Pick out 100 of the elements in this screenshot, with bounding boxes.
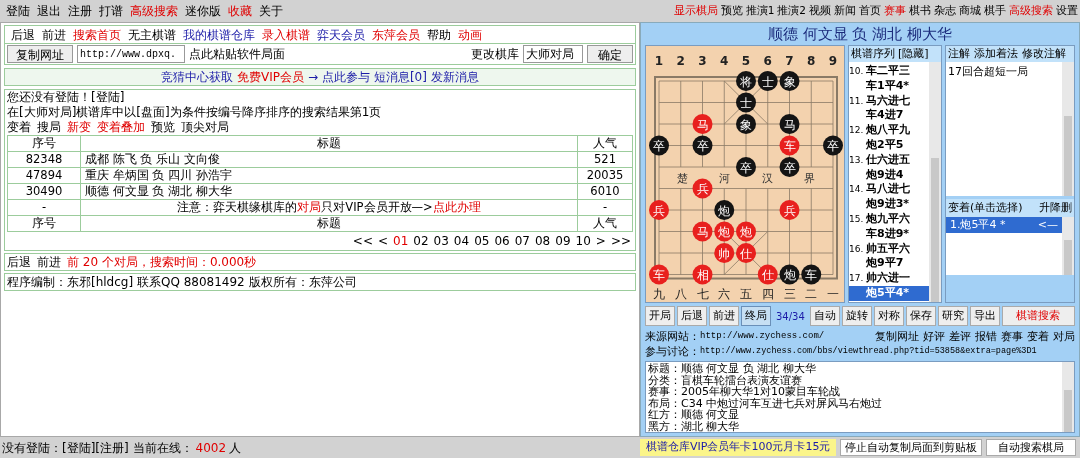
chess-piece[interactable]: 卒 — [823, 135, 843, 156]
nav-link[interactable]: 录入棋谱 — [262, 25, 310, 44]
source-action[interactable]: 好评 — [923, 329, 945, 344]
menu-item[interactable]: 推演1 — [745, 3, 775, 19]
menu-item[interactable]: 预览 — [720, 3, 743, 19]
scrollbar[interactable] — [929, 62, 941, 302]
control-button[interactable]: 终局 — [741, 306, 771, 326]
clipboard-button[interactable]: 停止自动复制局面到剪贴板 — [840, 439, 983, 456]
discuss-url[interactable]: http://www.zychess.com/bbs/viewthread.php?tid=53858&extra=page%3D1 — [700, 344, 1037, 359]
vip-promo[interactable]: 棋谱仓库VIP会员年卡100元月卡15元 — [640, 439, 837, 456]
chess-piece[interactable]: 卒 — [692, 135, 713, 156]
move-item[interactable]: 13. 仕六进五 — [849, 152, 929, 168]
move-item[interactable]: 11. 马六进七 — [849, 93, 929, 109]
page-link[interactable]: 01 — [393, 233, 409, 249]
chess-piece[interactable]: 仕 — [736, 243, 756, 263]
chess-piece[interactable]: 兵 — [692, 178, 713, 199]
nav-link[interactable]: 动画 — [458, 25, 482, 44]
nav-link[interactable]: 东萍会员 — [372, 25, 420, 44]
view-link[interactable]: 变着叠加 — [97, 120, 145, 135]
control-button[interactable]: 前进 — [709, 306, 739, 326]
chess-piece[interactable]: 炮 — [736, 221, 756, 242]
menu-item[interactable]: 新闻 — [834, 3, 856, 19]
copy-url-button[interactable]: 复制网址 — [7, 45, 73, 63]
menu-item[interactable]: 棋手 — [984, 3, 1006, 19]
source-action[interactable]: 报错 — [975, 329, 997, 344]
chess-piece[interactable]: 炮 — [779, 264, 800, 285]
move-item[interactable]: 炮2平5 — [849, 138, 929, 153]
notes-tab[interactable]: 添加着法 — [974, 45, 1018, 63]
control-button[interactable]: 后退 — [677, 306, 707, 326]
control-button[interactable]: 自动 — [809, 306, 840, 326]
hide-link[interactable]: [隐藏] — [898, 45, 929, 63]
view-link[interactable]: 顶尖对局 — [181, 120, 229, 135]
nav-link[interactable]: 我的棋谱仓库 — [183, 25, 255, 44]
notice-text[interactable]: 点此办理 — [432, 200, 481, 214]
menu-item[interactable]: 打谱 — [99, 2, 123, 20]
control-button[interactable]: 导出 — [969, 306, 1000, 326]
database-field[interactable]: 大师对局 — [523, 45, 583, 63]
banner-link[interactable]: → 点此参与 — [308, 68, 370, 86]
chess-piece[interactable]: 兵 — [779, 200, 800, 220]
nav-link[interactable]: 后退 — [11, 25, 35, 44]
auto-search-button[interactable]: 自动搜索棋局 — [986, 439, 1076, 456]
move-item[interactable]: 10. 车二平三 — [849, 64, 929, 79]
move-item[interactable]: 炮9平7 — [849, 256, 929, 272]
source-action[interactable]: 差评 — [949, 329, 971, 344]
page-link[interactable]: 10 — [575, 233, 591, 249]
chess-piece[interactable]: 相 — [692, 264, 713, 285]
notes-tab[interactable]: 注解 — [948, 45, 970, 63]
chess-piece[interactable]: 炮 — [714, 200, 735, 220]
move-item[interactable]: 炮9进3* — [849, 197, 929, 212]
chess-piece[interactable]: 炮 — [714, 221, 735, 242]
menu-item[interactable]: 注册 — [68, 2, 92, 20]
chess-piece[interactable]: 仕 — [757, 264, 778, 285]
page-link[interactable]: << — [352, 233, 373, 249]
nav-link[interactable]: 弈天会员 — [317, 25, 365, 44]
view-link[interactable]: 搜局 — [37, 120, 61, 135]
menu-item[interactable]: 商城 — [959, 3, 981, 19]
chess-piece[interactable]: 士 — [757, 71, 778, 91]
scrollbar[interactable] — [1062, 62, 1074, 196]
menu-item[interactable]: 关于 — [259, 2, 283, 20]
view-link[interactable]: 预览 — [151, 120, 175, 135]
scrollbar[interactable] — [1062, 362, 1074, 432]
search-button[interactable]: 棋谱搜索 — [1001, 306, 1075, 326]
page-link[interactable]: 08 — [535, 233, 551, 249]
menu-item[interactable]: 棋书 — [909, 3, 931, 19]
page-link[interactable]: 06 — [494, 233, 510, 249]
chess-piece[interactable]: 车 — [779, 135, 800, 156]
view-link[interactable]: 变着 — [7, 120, 31, 135]
variations-actions[interactable]: 升降删 — [1039, 199, 1072, 217]
chessboard[interactable]: 1 2 3 4 5 6 7 8 9 九 八 七 六 五 四 三 二 一 楚 河 汉 界 将 士 象 士 马 象 马 卒 卒 车 卒 卒 卒 兵 兵 炮 兵 马 炮 炮 帅 仕 车 相 仕 炮 车 — [645, 45, 845, 303]
banner-link[interactable]: 竞猜中心获取 — [161, 68, 234, 86]
control-button[interactable]: 旋转 — [841, 306, 872, 326]
nav-link[interactable]: 搜索首页 — [73, 25, 121, 44]
source-url[interactable]: http://www.zychess.com/ — [700, 329, 825, 344]
chess-piece[interactable]: 象 — [736, 114, 756, 134]
paste-hint[interactable]: 点此粘贴软件局面 — [189, 45, 285, 63]
source-action[interactable]: 赛事 — [1001, 329, 1023, 344]
page-link[interactable]: 02 — [413, 233, 429, 249]
page-link[interactable]: 03 — [433, 233, 449, 249]
menu-item[interactable]: 推演2 — [777, 3, 806, 19]
page-link[interactable]: < — [377, 233, 388, 249]
menu-item[interactable]: 视频 — [809, 3, 831, 19]
chess-piece[interactable]: 士 — [736, 92, 756, 113]
move-item[interactable]: 16. 帅五平六 — [849, 241, 929, 257]
forward-link[interactable]: 前进 — [37, 253, 61, 271]
move-item[interactable]: 车1平4* — [849, 78, 929, 94]
move-item[interactable]: 17. 帅六进一 — [849, 271, 929, 286]
control-button[interactable]: 对称 — [873, 306, 904, 326]
chess-piece[interactable]: 马 — [692, 221, 713, 242]
game-title-link[interactable]: 顺德 何文显 负 湖北 柳大华 — [80, 183, 578, 200]
menu-item[interactable]: 迷你版 — [185, 2, 221, 20]
chess-piece[interactable]: 卒 — [779, 157, 800, 177]
notice-text[interactable]: 对局 — [297, 200, 322, 214]
page-link[interactable]: > — [595, 233, 606, 249]
source-action[interactable]: 对局 — [1053, 329, 1075, 344]
back-link[interactable]: 后退 — [7, 253, 31, 271]
page-link[interactable]: >> — [610, 233, 631, 249]
menu-item[interactable]: 设置 — [1056, 3, 1078, 19]
chess-piece[interactable]: 帅 — [714, 243, 735, 263]
page-link[interactable]: 07 — [514, 233, 530, 249]
control-button[interactable]: 研究 — [937, 306, 968, 326]
